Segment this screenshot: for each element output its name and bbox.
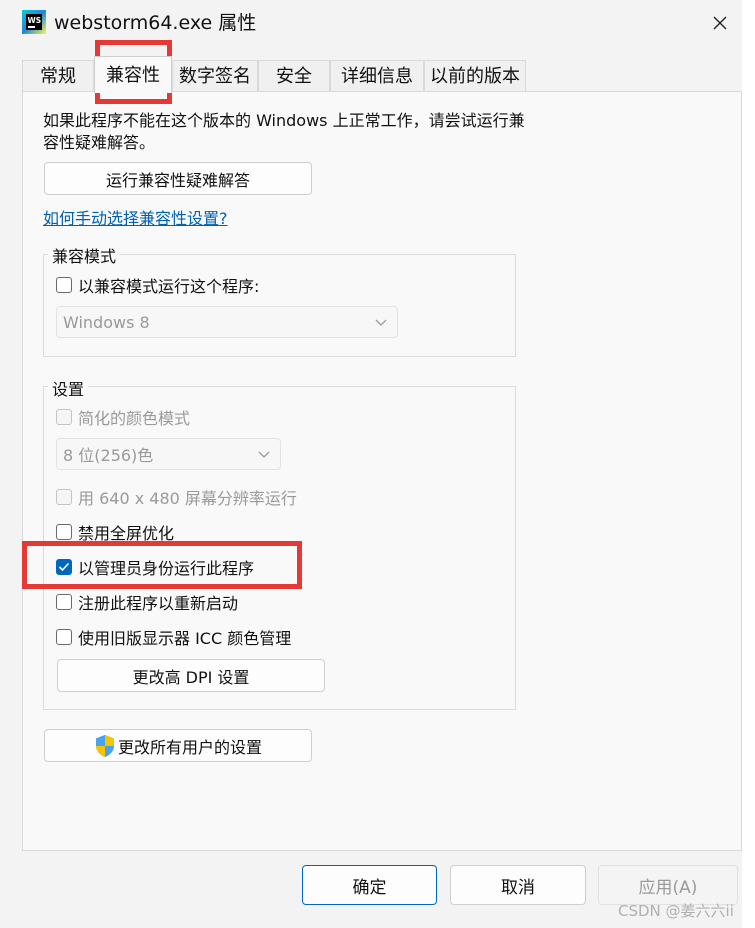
tab-compatibility[interactable]: 兼容性 [94, 56, 172, 93]
legacy-icc-row[interactable]: 使用旧版显示器 ICC 颜色管理 [56, 625, 291, 649]
apply-button[interactable]: 应用(A) [598, 865, 738, 905]
webstorm-app-icon: WS [22, 10, 46, 34]
color-mode-select: 8 位(256)色 [56, 438, 281, 470]
tab-details[interactable]: 详细信息 [330, 60, 424, 92]
chevron-down-icon [375, 319, 387, 326]
run-as-admin-label: 以管理员身份运行此程序 [78, 559, 255, 578]
register-restart-checkbox[interactable] [56, 594, 72, 610]
manual-compat-link[interactable]: 如何手动选择兼容性设置? [43, 205, 228, 229]
ok-button[interactable]: 确定 [302, 865, 437, 905]
tab-security[interactable]: 安全 [258, 60, 330, 92]
reduced-color-checkbox [56, 409, 72, 425]
cancel-button[interactable]: 取消 [450, 865, 586, 905]
compat-mode-checkbox[interactable] [56, 277, 72, 293]
settings-group-label: 设置 [48, 376, 89, 400]
res-640-checkbox [56, 489, 72, 505]
run-as-admin-row[interactable]: 以管理员身份运行此程序 [56, 555, 254, 579]
change-all-users-button[interactable]: 更改所有用户的设置 [44, 729, 312, 762]
chevron-down-icon [258, 451, 270, 458]
watermark: CSDN @姜六六ii [618, 902, 734, 920]
disable-fullscreen-checkbox[interactable] [56, 524, 72, 540]
res-640-row: 用 640 x 480 屏幕分辨率运行 [56, 485, 297, 509]
tab-digital-signature[interactable]: 数字签名 [172, 60, 258, 92]
run-as-admin-checkbox[interactable] [56, 559, 72, 575]
properties-window: WS webstorm64.exe 属性 常规 兼容性 数字签名 安全 详细信息… [0, 0, 742, 928]
compat-description: 如果此程序不能在这个版本的 Windows 上正常工作，请尝试运行兼容性疑难解答… [43, 111, 525, 152]
disable-fullscreen-label: 禁用全屏优化 [78, 524, 175, 543]
os-version-select-value: Windows 8 [63, 312, 150, 332]
close-icon [713, 16, 727, 30]
app-icon-text: WS [28, 16, 42, 25]
register-restart-label: 注册此程序以重新启动 [78, 594, 239, 613]
tab-general[interactable]: 常规 [22, 60, 94, 92]
compat-mode-checkbox-label: 以兼容模式运行这个程序: [78, 277, 260, 296]
reduced-color-row: 简化的颜色模式 [56, 405, 190, 429]
title-bar: WS webstorm64.exe 属性 [0, 0, 742, 46]
reduced-color-label: 简化的颜色模式 [78, 409, 191, 428]
disable-fullscreen-row[interactable]: 禁用全屏优化 [56, 520, 174, 544]
change-dpi-button[interactable]: 更改高 DPI 设置 [57, 659, 325, 692]
res-640-label: 用 640 x 480 屏幕分辨率运行 [78, 489, 297, 508]
close-button[interactable] [698, 4, 742, 42]
compat-mode-group-label: 兼容模式 [48, 243, 121, 267]
os-version-select[interactable]: Windows 8 [56, 306, 398, 338]
legacy-icc-label: 使用旧版显示器 ICC 颜色管理 [78, 629, 292, 648]
compat-mode-checkbox-row[interactable]: 以兼容模式运行这个程序: [56, 273, 259, 297]
window-title: webstorm64.exe 属性 [54, 12, 257, 34]
background-window-edge [742, 0, 755, 928]
tab-previous-versions[interactable]: 以前的版本 [424, 60, 526, 92]
legacy-icc-checkbox[interactable] [56, 629, 72, 645]
register-restart-row[interactable]: 注册此程序以重新启动 [56, 590, 238, 614]
checkmark-icon [58, 562, 70, 572]
color-mode-select-value: 8 位(256)色 [63, 446, 154, 465]
change-all-users-label: 更改所有用户的设置 [117, 737, 262, 757]
uac-shield-icon [95, 734, 114, 757]
run-troubleshooter-button[interactable]: 运行兼容性疑难解答 [44, 162, 312, 195]
